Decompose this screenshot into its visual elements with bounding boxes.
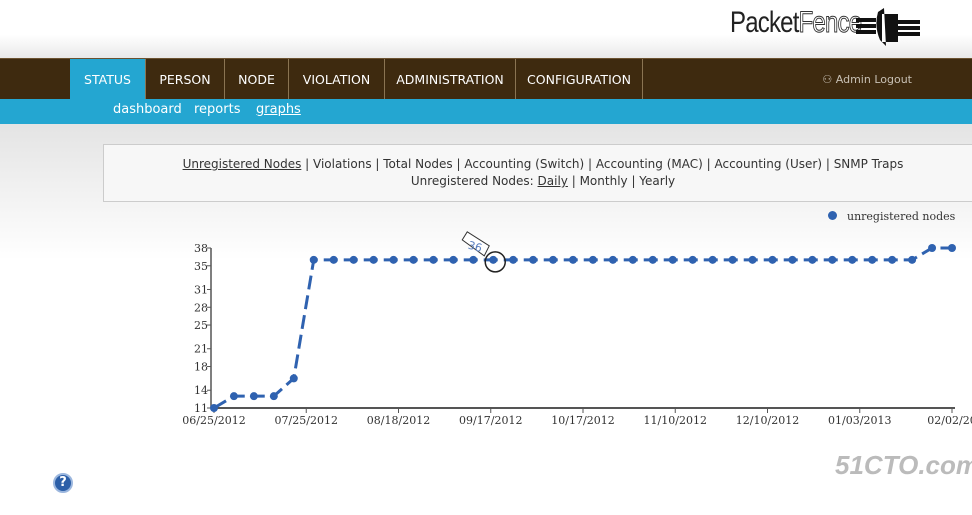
- data-point: [848, 255, 857, 264]
- data-point: [888, 255, 897, 264]
- y-tick-label: 18: [194, 361, 208, 374]
- x-tick-label: 12/10/2012: [736, 414, 799, 427]
- data-point: [768, 255, 777, 264]
- data-point: [668, 255, 677, 264]
- x-tick-label: 07/25/2012: [275, 414, 338, 427]
- x-tick-label: 11/10/2012: [644, 414, 707, 427]
- data-point: [369, 255, 378, 264]
- y-tick-label: 38: [194, 242, 208, 255]
- data-point: [469, 255, 478, 264]
- y-tick-label: 25: [194, 319, 208, 332]
- data-point: [868, 255, 877, 264]
- y-tick-label: 35: [194, 260, 208, 273]
- data-point: [708, 255, 717, 264]
- data-point: [908, 255, 917, 264]
- help-icon[interactable]: ?: [53, 473, 73, 493]
- y-tick-label: 14: [194, 384, 208, 397]
- y-tick-label: 21: [194, 343, 208, 356]
- data-point: [249, 392, 258, 401]
- data-point: [569, 255, 578, 264]
- data-point: [269, 392, 278, 401]
- series-line: [213, 246, 952, 410]
- x-tick-label: 06/25/2012: [182, 414, 245, 427]
- data-point: [229, 392, 238, 401]
- data-point: [648, 255, 657, 264]
- y-tick-label: 31: [194, 283, 208, 296]
- x-tick-label: 02/02/20: [927, 414, 972, 427]
- x-tick-label: 09/17/2012: [459, 414, 522, 427]
- data-point: [628, 255, 637, 264]
- data-point: [529, 255, 538, 264]
- data-point: [588, 255, 597, 264]
- x-tick-label: 08/18/2012: [367, 414, 430, 427]
- data-point: [489, 255, 498, 264]
- data-point: [688, 255, 697, 264]
- data-point: [728, 255, 737, 264]
- data-point: [549, 255, 558, 264]
- data-point: [329, 255, 338, 264]
- data-point: [309, 255, 318, 264]
- data-point: [948, 244, 956, 252]
- data-point: [289, 374, 298, 383]
- x-tick-label: 01/03/2013: [828, 414, 891, 427]
- data-point: [788, 255, 797, 264]
- line-chart: 11141821252831353806/25/2012 07/25/2012 08…: [182, 231, 972, 427]
- data-point: [748, 255, 757, 264]
- data-point: [808, 255, 817, 264]
- data-point: [210, 404, 218, 412]
- data-point: [828, 255, 837, 264]
- y-tick-label: 28: [194, 301, 208, 314]
- watermark: 51CTO.com: [835, 450, 972, 480]
- data-point: [429, 255, 438, 264]
- data-point: [509, 255, 518, 264]
- data-point: [389, 255, 398, 264]
- data-point: [928, 244, 937, 252]
- data-point: [608, 255, 617, 264]
- x-tick-label: 10/17/2012: [551, 414, 614, 427]
- data-point: [449, 255, 458, 264]
- data-point: [349, 255, 358, 264]
- data-point: [409, 255, 418, 264]
